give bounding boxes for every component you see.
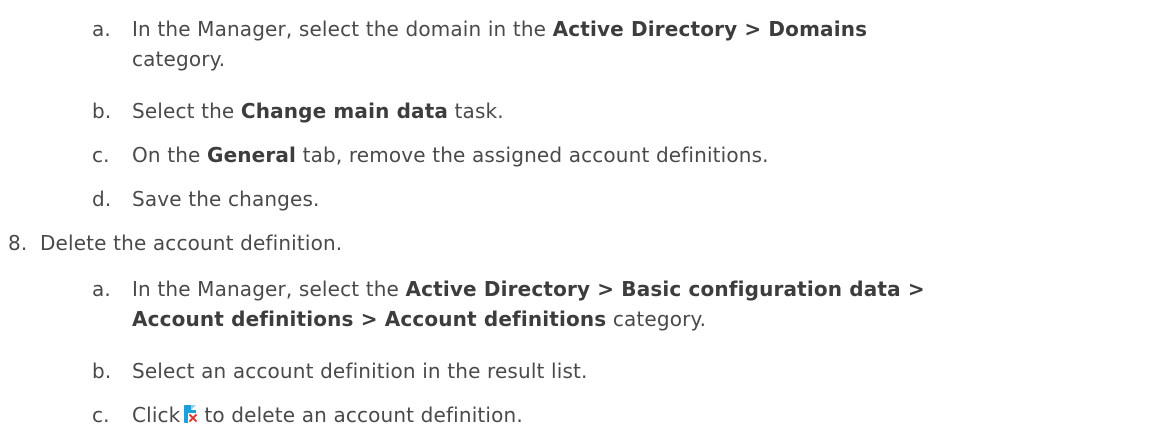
tab-name: General (207, 143, 297, 167)
list-marker-a: a. (92, 277, 111, 301)
step-text: In the Manager, select the (132, 277, 406, 301)
step-b-change-main-data: Select the Change main data task. (132, 98, 504, 124)
list-marker-a: a. (92, 17, 111, 41)
step-text: Click (132, 403, 181, 427)
list-marker-8: 8. (8, 231, 28, 255)
list-marker-b: b. (92, 99, 112, 123)
list-marker-d: d. (92, 187, 112, 211)
list-marker-c: c. (92, 143, 110, 167)
step-d-save: Save the changes. (132, 187, 320, 211)
step-a-category-line1: In the Manager, select the Active Direct… (132, 276, 925, 302)
task-name: Change main data (240, 99, 449, 123)
step-text: In the Manager, select the domain in the (132, 17, 553, 41)
step-a-domain-line1: In the Manager, select the domain in the… (132, 16, 867, 42)
step-text: category. (606, 307, 707, 331)
step-a-category-line2: Account definitions > Account definition… (132, 306, 706, 332)
step-b-select-definition: Select an account definition in the resu… (132, 359, 588, 383)
step-text: tab, remove the assigned account definit… (296, 143, 769, 167)
menu-path: Active Directory > Domains (552, 17, 868, 41)
step-text: On the (132, 143, 208, 167)
menu-path: Active Directory > Basic configuration d… (405, 277, 925, 301)
menu-path: Account definitions > Account definition… (132, 307, 607, 331)
list-marker-b: b. (92, 359, 112, 383)
step-a-domain-line2: category. (132, 47, 226, 71)
step-c-general-tab: On the General tab, remove the assigned … (132, 142, 769, 168)
step-text: Select the (132, 99, 241, 123)
document-body: a. In the Manager, select the domain in … (0, 0, 1172, 441)
list-marker-c: c. (92, 403, 110, 427)
step-8-delete-definition: Delete the account definition. (40, 231, 343, 255)
step-text: to delete an account definition. (204, 403, 523, 427)
step-c-click-delete: Click to delete an account definition. (132, 402, 523, 428)
step-text: task. (448, 99, 504, 123)
delete-account-definition-icon (184, 405, 199, 425)
